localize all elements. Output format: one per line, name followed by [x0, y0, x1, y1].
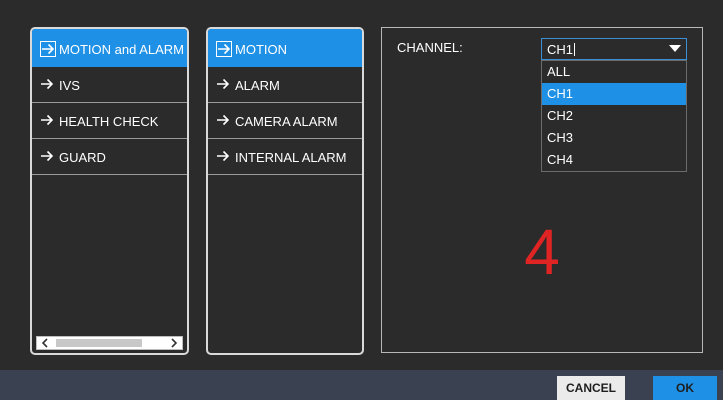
channel-option-all[interactable]: ALL: [542, 61, 686, 83]
arrow-right-icon: [216, 113, 232, 129]
channel-select-value: CH1: [547, 41, 574, 57]
category-item-guard[interactable]: GUARD: [32, 139, 187, 175]
scroll-left-icon[interactable]: [37, 337, 53, 349]
category-item-motion-and-alarm[interactable]: MOTION and ALARM: [32, 29, 187, 67]
channel-option-ch4[interactable]: CH4: [542, 149, 686, 171]
subcategory-item-camera-alarm[interactable]: CAMERA ALARM: [208, 103, 362, 139]
channel-option-ch1[interactable]: CH1: [542, 83, 686, 105]
chevron-down-icon: [669, 45, 681, 52]
channel-option-ch3[interactable]: CH3: [542, 127, 686, 149]
arrow-right-icon: [216, 77, 232, 93]
channel-label: CHANNEL:: [397, 40, 463, 55]
subcategory-item-internal-alarm[interactable]: INTERNAL ALARM: [208, 139, 362, 175]
arrow-right-icon: [40, 113, 56, 129]
arrow-right-icon: [40, 41, 56, 57]
category-item-label: HEALTH CHECK: [59, 113, 159, 129]
subcategory-item-label: MOTION: [235, 41, 287, 57]
subcategory-list-panel: MOTION ALARM CAMERA ALARM INTERNAL ALARM: [206, 27, 364, 355]
arrow-right-icon: [40, 149, 56, 165]
arrow-right-icon: [216, 149, 232, 165]
category-item-label: MOTION and ALARM: [59, 41, 184, 57]
scroll-right-icon[interactable]: [166, 337, 182, 349]
subcategory-item-label: ALARM: [235, 77, 280, 93]
category-item-health-check[interactable]: HEALTH CHECK: [32, 103, 187, 139]
scrollbar-thumb[interactable]: [56, 339, 142, 347]
horizontal-scrollbar[interactable]: [36, 336, 183, 350]
category-list-panel: MOTION and ALARM IVS HEALTH CHECK GUARD: [30, 27, 189, 355]
subcategory-item-label: INTERNAL ALARM: [235, 149, 347, 165]
cancel-button[interactable]: CANCEL: [557, 376, 625, 400]
category-item-label: IVS: [59, 77, 80, 93]
channel-dropdown-list: ALL CH1 CH2 CH3 CH4: [541, 60, 687, 172]
ok-button[interactable]: OK: [653, 376, 717, 400]
category-item-label: GUARD: [59, 149, 106, 165]
channel-select[interactable]: CH1: [541, 38, 687, 60]
subcategory-item-label: CAMERA ALARM: [235, 113, 338, 129]
arrow-right-icon: [216, 41, 232, 57]
text-cursor: [574, 42, 576, 56]
subcategory-item-alarm[interactable]: ALARM: [208, 67, 362, 103]
subcategory-item-motion[interactable]: MOTION: [208, 29, 362, 67]
annotation-number: 4: [524, 216, 560, 288]
arrow-right-icon: [40, 77, 56, 93]
settings-panel: CHANNEL: CH1 ALL CH1 CH2 CH3 CH4 4: [381, 27, 703, 353]
channel-option-ch2[interactable]: CH2: [542, 105, 686, 127]
category-item-ivs[interactable]: IVS: [32, 67, 187, 103]
footer-bar: CANCEL OK: [0, 370, 723, 400]
